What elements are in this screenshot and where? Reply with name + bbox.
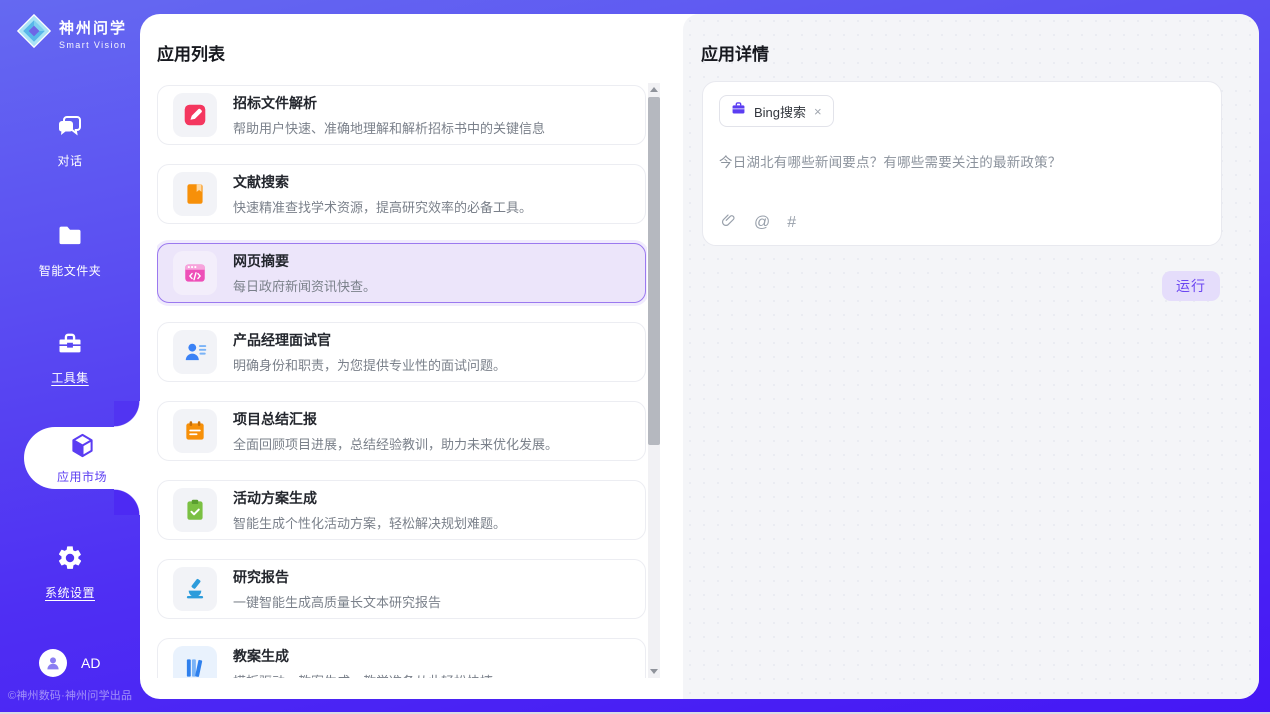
app-list-panel: 应用列表 招标文件解析 帮助用户快速、准确地理解和解析招标书中的关键信息: [140, 14, 683, 699]
copyright-text: ©神州数码·神州问学出品: [8, 687, 140, 703]
app-detail-title: 应用详情: [701, 40, 769, 65]
app-description: 智能生成个性化活动方案，轻松解决规划难题。: [233, 513, 506, 532]
calendar-report-icon: [173, 409, 217, 453]
topic-icon[interactable]: #: [787, 214, 796, 232]
toolbox-icon: [56, 329, 84, 362]
scrollbar-up-arrow[interactable]: [650, 87, 658, 92]
gear-icon: [56, 544, 84, 577]
app-card-project-summary[interactable]: 项目总结汇报 全面回顾项目进展，总结经验教训，助力未来优化发展。: [157, 401, 646, 461]
cube-icon: [69, 432, 96, 464]
book-icon: [173, 172, 217, 216]
app-detail-panel: 应用详情 Bing搜索 × 今日湖北有哪些新闻要点？有哪些需要关注的最新政策？: [683, 14, 1259, 699]
sidebar-item-chat[interactable]: 对话: [0, 112, 140, 169]
app-card-list: 招标文件解析 帮助用户快速、准确地理解和解析招标书中的关键信息 文献搜索 快速精…: [157, 85, 647, 678]
sidebar-item-toolset[interactable]: 工具集: [0, 329, 140, 386]
microscope-icon: [173, 567, 217, 611]
app-description: 帮助用户快速、准确地理解和解析招标书中的关键信息: [233, 118, 545, 137]
app-name: 招标文件解析: [233, 93, 545, 113]
sidebar-item-label: 工具集: [51, 369, 89, 386]
app-description: 模板驱动，教案生成，教学准备从此轻松快捷: [233, 671, 493, 678]
prompt-input-card[interactable]: Bing搜索 × 今日湖北有哪些新闻要点？有哪些需要关注的最新政策？ @ #: [702, 81, 1222, 246]
web-page-icon: [173, 251, 217, 295]
app-description: 快速精准查找学术资源，提高研究效率的必备工具。: [233, 197, 532, 216]
brand-name: 神州问学: [59, 17, 127, 38]
app-list-title: 应用列表: [157, 40, 225, 65]
sidebar-item-label: 对话: [57, 152, 82, 169]
scrollbar-down-arrow[interactable]: [650, 669, 658, 674]
diamond-logo-icon: [16, 13, 52, 54]
app-list-scrollbar[interactable]: [648, 83, 660, 678]
app-name: 文献搜索: [233, 172, 532, 192]
app-name: 网页摘要: [233, 251, 376, 271]
sidebar: 神州问学 Smart Vision 对话 智能文件夹 工具集: [0, 0, 140, 712]
run-button[interactable]: 运行: [1162, 271, 1220, 301]
user-initials: AD: [81, 655, 100, 671]
app-name: 研究报告: [233, 567, 441, 587]
app-card-literature-search[interactable]: 文献搜索 快速精准查找学术资源，提高研究效率的必备工具。: [157, 164, 646, 224]
app-card-pm-interviewer[interactable]: 产品经理面试官 明确身份和职责，为您提供专业性的面试问题。: [157, 322, 646, 382]
sidebar-item-label: 智能文件夹: [39, 262, 102, 279]
brand-slogan: Smart Vision: [59, 40, 127, 50]
sidebar-item-smart-folder[interactable]: 智能文件夹: [0, 222, 140, 279]
books-icon: [173, 646, 217, 678]
edit-document-icon: [173, 93, 217, 137]
tool-tag-label: Bing搜索: [754, 102, 806, 121]
app-card-tender-analysis[interactable]: 招标文件解析 帮助用户快速、准确地理解和解析招标书中的关键信息: [157, 85, 646, 145]
app-name: 教案生成: [233, 646, 493, 666]
app-name: 活动方案生成: [233, 488, 506, 508]
mention-icon[interactable]: @: [754, 214, 770, 232]
attachment-icon[interactable]: [720, 212, 737, 234]
sidebar-item-app-market[interactable]: 应用市场: [24, 427, 140, 489]
app-name: 项目总结汇报: [233, 409, 558, 429]
app-card-web-summary[interactable]: 网页摘要 每日政府新闻资讯快查。: [157, 243, 646, 303]
app-card-event-plan[interactable]: 活动方案生成 智能生成个性化活动方案，轻松解决规划难题。: [157, 480, 646, 540]
app-card-research-report[interactable]: 研究报告 一键智能生成高质量长文本研究报告: [157, 559, 646, 619]
content-frame: 应用列表 招标文件解析 帮助用户快速、准确地理解和解析招标书中的关键信息: [140, 14, 1259, 699]
chat-icon: [56, 112, 84, 145]
app-description: 一键智能生成高质量长文本研究报告: [233, 592, 441, 611]
interviewer-icon: [173, 330, 217, 374]
input-toolbar: @ #: [720, 212, 796, 234]
app-name: 产品经理面试官: [233, 330, 506, 350]
tool-tag-bing-search[interactable]: Bing搜索 ×: [719, 95, 834, 127]
avatar: [39, 649, 67, 677]
tag-close-icon[interactable]: ×: [814, 105, 822, 118]
brand-logo: 神州问学 Smart Vision: [16, 13, 127, 54]
app-card-lesson-plan[interactable]: 教案生成 模板驱动，教案生成，教学准备从此轻松快捷: [157, 638, 646, 678]
sidebar-item-label: 系统设置: [45, 584, 95, 601]
app-description: 全面回顾项目进展，总结经验教训，助力未来优化发展。: [233, 434, 558, 453]
sidebar-item-label: 应用市场: [57, 468, 107, 485]
clipboard-check-icon: [173, 488, 217, 532]
query-text[interactable]: 今日湖北有哪些新闻要点？有哪些需要关注的最新政策？: [719, 151, 1205, 171]
user-account[interactable]: AD: [39, 649, 100, 677]
folder-icon: [56, 222, 84, 255]
app-description: 明确身份和职责，为您提供专业性的面试问题。: [233, 355, 506, 374]
sidebar-item-settings[interactable]: 系统设置: [0, 544, 140, 601]
app-description: 每日政府新闻资讯快查。: [233, 276, 376, 295]
scrollbar-thumb[interactable]: [648, 97, 660, 445]
briefcase-icon: [731, 101, 746, 121]
